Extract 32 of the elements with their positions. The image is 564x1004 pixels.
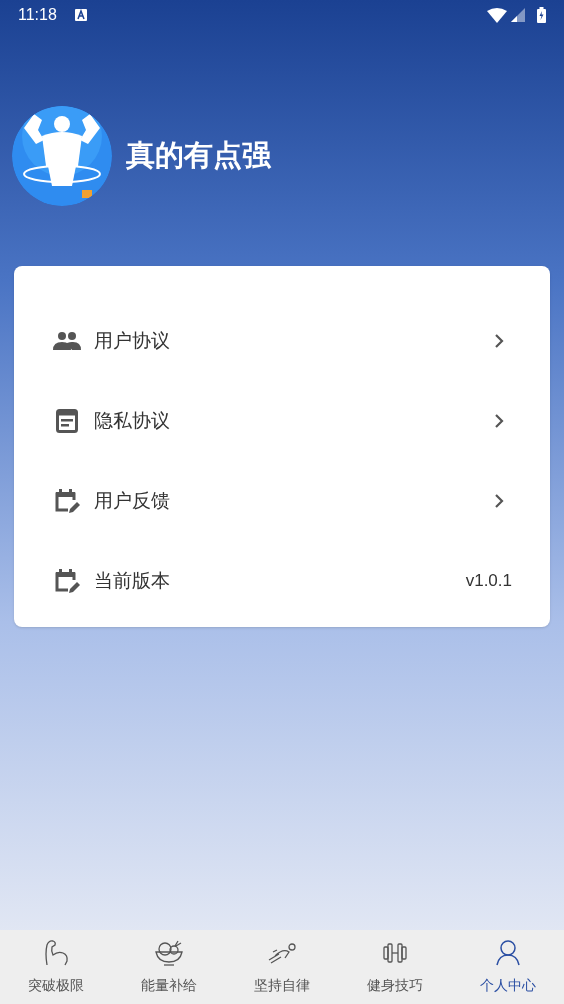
status-time: 11:18 [18, 5, 57, 25]
menu-item[interactable]: 隐私协议 [14, 381, 550, 461]
runner-icon [267, 942, 297, 964]
menu-item[interactable]: 用户协议 [14, 301, 550, 381]
wifi-icon [487, 7, 507, 23]
flexed-arm-icon [43, 939, 70, 967]
person-icon [495, 940, 520, 966]
version-text: v1.0.1 [465, 570, 512, 593]
keyboard-icon [74, 9, 87, 21]
chevron-right-icon [494, 333, 504, 349]
document-icon [56, 409, 78, 433]
profile-name: 真的有点强 [126, 138, 271, 174]
nav-tab[interactable]: 健身技巧 [338, 930, 452, 1004]
menu-label: 用户反馈 [94, 488, 171, 513]
nav-tab[interactable]: 个人中心 [451, 930, 564, 1004]
calendar-edit-icon [54, 568, 80, 594]
chevron-right-icon [494, 413, 504, 429]
bowl-icon [154, 940, 185, 966]
dumbbell-icon [380, 942, 409, 964]
calendar-edit-icon [54, 488, 80, 514]
nav-tab[interactable]: 能量补给 [112, 930, 226, 1004]
battery-icon [537, 7, 546, 23]
signal-icon [511, 8, 525, 22]
nav-tab[interactable]: 坚持自律 [225, 930, 339, 1004]
menu-label: 隐私协议 [94, 408, 171, 433]
menu-label: 用户协议 [94, 328, 171, 353]
menu-item[interactable]: 用户反馈 [14, 461, 550, 541]
menu-label: 当前版本 [94, 568, 171, 593]
people-icon [53, 332, 81, 350]
menu-item[interactable]: 当前版本 v1.0.1 [14, 541, 550, 621]
chevron-right-icon [494, 493, 504, 509]
nav-tab[interactable]: 突破极限 [0, 930, 113, 1004]
